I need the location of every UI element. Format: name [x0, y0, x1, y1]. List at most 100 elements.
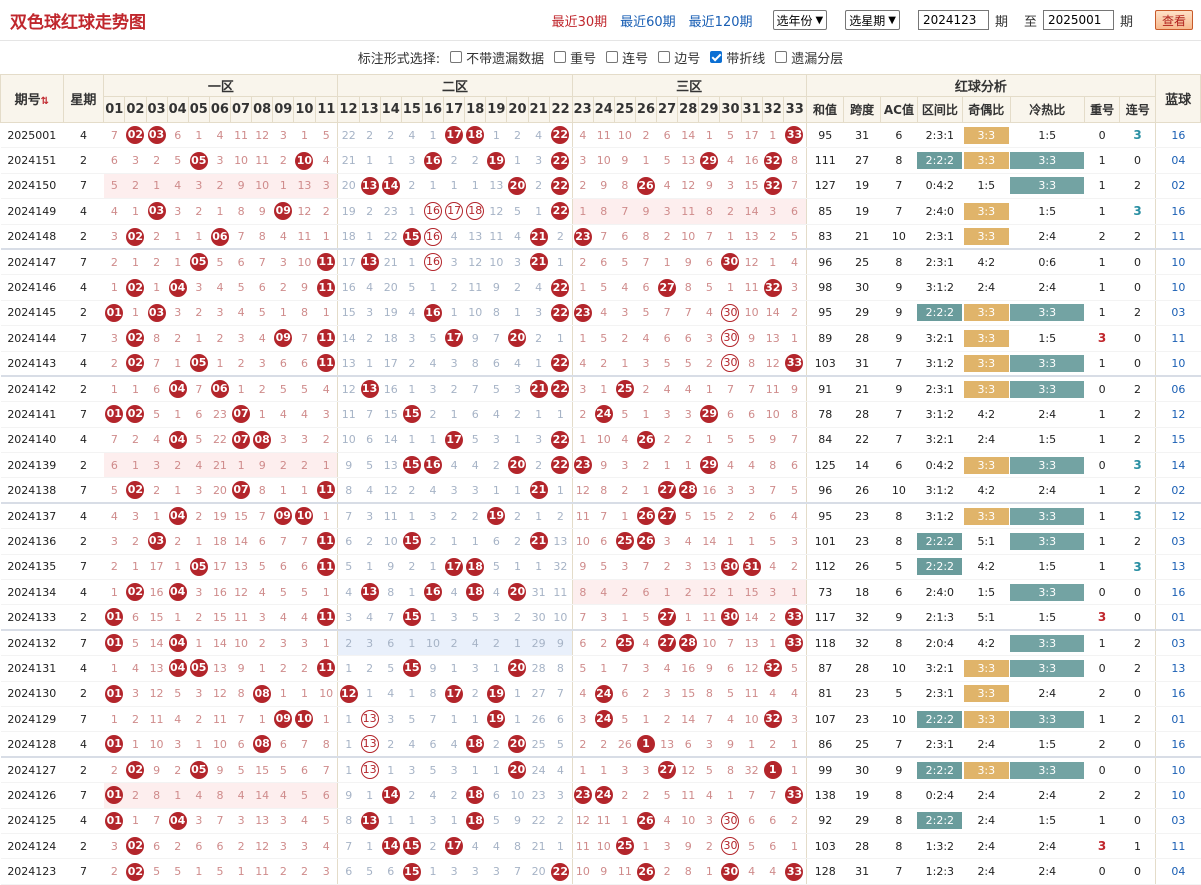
miss-value: 6 [110, 154, 118, 168]
miss-value: 3 [450, 356, 458, 370]
miss-value: 18 [341, 230, 356, 243]
checkbox[interactable] [606, 51, 619, 63]
miss-value: 1 [131, 814, 139, 828]
red-ball: 05 [189, 659, 208, 678]
miss-value: 10 [744, 306, 759, 320]
red-ball: 11 [317, 532, 336, 551]
span-cell: 19 [843, 173, 881, 200]
weekday-select[interactable]: 选星期 ▼ [845, 10, 900, 30]
consecutive-cell: 0 [1119, 274, 1156, 301]
num-cell-30: 7 [719, 630, 742, 657]
num-cell-02: 02 [124, 833, 146, 860]
miss-value: 2 [726, 509, 734, 523]
num-cell-15: 1 [401, 198, 423, 225]
from-period-input[interactable]: 2024123 [917, 10, 989, 30]
miss-value: 4 [492, 407, 500, 421]
red-ball-ring: 18 [466, 202, 485, 221]
num-cell-29: 3 [698, 808, 720, 834]
miss-value: 3 [513, 382, 521, 396]
miss-value: 11 [575, 509, 590, 523]
num-cell-31: 6 [741, 401, 763, 428]
num-cell-18: 5 [464, 427, 486, 454]
option-1[interactable]: 重号 [554, 48, 596, 67]
repeat-cell: 1 [1084, 477, 1120, 505]
num-cell-19: 5 [485, 376, 507, 403]
year-select[interactable]: 选年份 ▼ [772, 10, 828, 30]
miss-value: 2 [621, 788, 629, 802]
num-cell-21: 1 [528, 503, 550, 530]
num-cell-16: 4 [422, 782, 444, 809]
num-cell-23: 11 [571, 503, 594, 530]
num-cell-11: 2 [315, 427, 338, 454]
odd-even-cell: 2:4 [962, 782, 1011, 809]
num-cell-17: 3 [443, 477, 465, 505]
span-cell: 23 [843, 681, 881, 707]
repeat-cell: 2 [1084, 681, 1120, 707]
checkbox[interactable] [450, 51, 463, 63]
miss-value: 9 [600, 179, 608, 193]
ac-cell: 8 [880, 249, 918, 276]
option-label: 带折线 [726, 51, 766, 67]
checkbox[interactable] [710, 51, 723, 63]
repeat-cell: 0 [1084, 655, 1120, 682]
option-0[interactable]: 不带遗漏数据 [450, 48, 544, 67]
red-ball: 05 [189, 253, 208, 272]
period-link-120[interactable]: 最近120期 [689, 11, 753, 30]
red-ball: 23 [573, 303, 592, 322]
cold-hot-cell: 3:3 [1010, 630, 1085, 657]
options-bar: 标注形式选择: 不带遗漏数据 重号 连号 边号 带折线 遗漏分层 [0, 41, 1201, 73]
miss-value: 6 [366, 433, 374, 447]
miss-value: 4 [513, 230, 521, 243]
num-cell-06: 6 [209, 833, 231, 860]
red-ball: 11 [317, 253, 336, 272]
option-4[interactable]: 带折线 [710, 48, 765, 67]
miss-value: 8 [216, 788, 224, 802]
num-cell-26: 4 [635, 630, 657, 657]
sort-icon[interactable]: ⇅ [41, 96, 49, 107]
num-cell-31: 12 [741, 249, 763, 276]
cold-hot-cell: 3:3 [1010, 452, 1085, 479]
query-button[interactable]: 查看 [1154, 10, 1193, 30]
to-period-input[interactable]: 2025001 [1042, 10, 1114, 30]
num-cell-02: 1 [124, 198, 146, 225]
col-period[interactable]: 期号⇅ [0, 74, 64, 123]
num-cell-24: 3 [593, 604, 615, 632]
miss-value: 9 [492, 281, 500, 295]
miss-value: 2 [131, 788, 139, 802]
period-link-60[interactable]: 最近60期 [620, 11, 676, 30]
cold-hot-cell: 2:4 [1010, 833, 1085, 860]
miss-value: 4 [366, 281, 374, 295]
num-cell-17: 2 [443, 376, 465, 403]
num-cell-15: 1 [401, 503, 423, 530]
consecutive-cell: 0 [1119, 731, 1156, 759]
num-cell-09: 3 [272, 630, 294, 657]
miss-value: 1 [450, 179, 458, 193]
consecutive-value: 0 [1134, 154, 1142, 168]
num-cell-04: 3 [167, 198, 189, 225]
ac-cell: 7 [880, 173, 918, 200]
option-5[interactable]: 遗漏分层 [775, 48, 843, 67]
checkbox[interactable] [554, 51, 567, 63]
num-cell-25: 7 [614, 655, 636, 682]
period-link-30[interactable]: 最近30期 [552, 11, 608, 30]
num-cell-33: 8 [783, 401, 807, 428]
option-2[interactable]: 连号 [606, 48, 648, 67]
odd-even-cell: 2:4 [962, 274, 1011, 301]
repeat-cell: 1 [1084, 706, 1120, 733]
miss-value: 7 [726, 636, 734, 650]
checkbox[interactable] [775, 51, 788, 63]
num-cell-01: 4 [103, 503, 125, 530]
table-row: 2024150 7 5 2 1 4 3 2 9 10 1 13 3 20 13 14 2 1 1 1 13 20 2 22 2 9… [0, 173, 1201, 200]
miss-value: 1 [174, 407, 182, 421]
zone-ratio-cell: 0:2:4 [917, 782, 963, 809]
option-3[interactable]: 边号 [658, 48, 700, 67]
miss-value: 1 [131, 458, 139, 472]
cold-hot-cell: 2:4 [1010, 477, 1085, 505]
num-cell-04: 2 [167, 325, 189, 352]
num-cell-27: 2 [656, 858, 678, 885]
num-cell-26: 1 [635, 401, 657, 428]
options-label: 标注形式选择: [357, 51, 441, 67]
num-cell-22: 5 [549, 731, 573, 759]
col-analysis-0: 和值 [805, 96, 845, 123]
checkbox[interactable] [658, 51, 671, 63]
